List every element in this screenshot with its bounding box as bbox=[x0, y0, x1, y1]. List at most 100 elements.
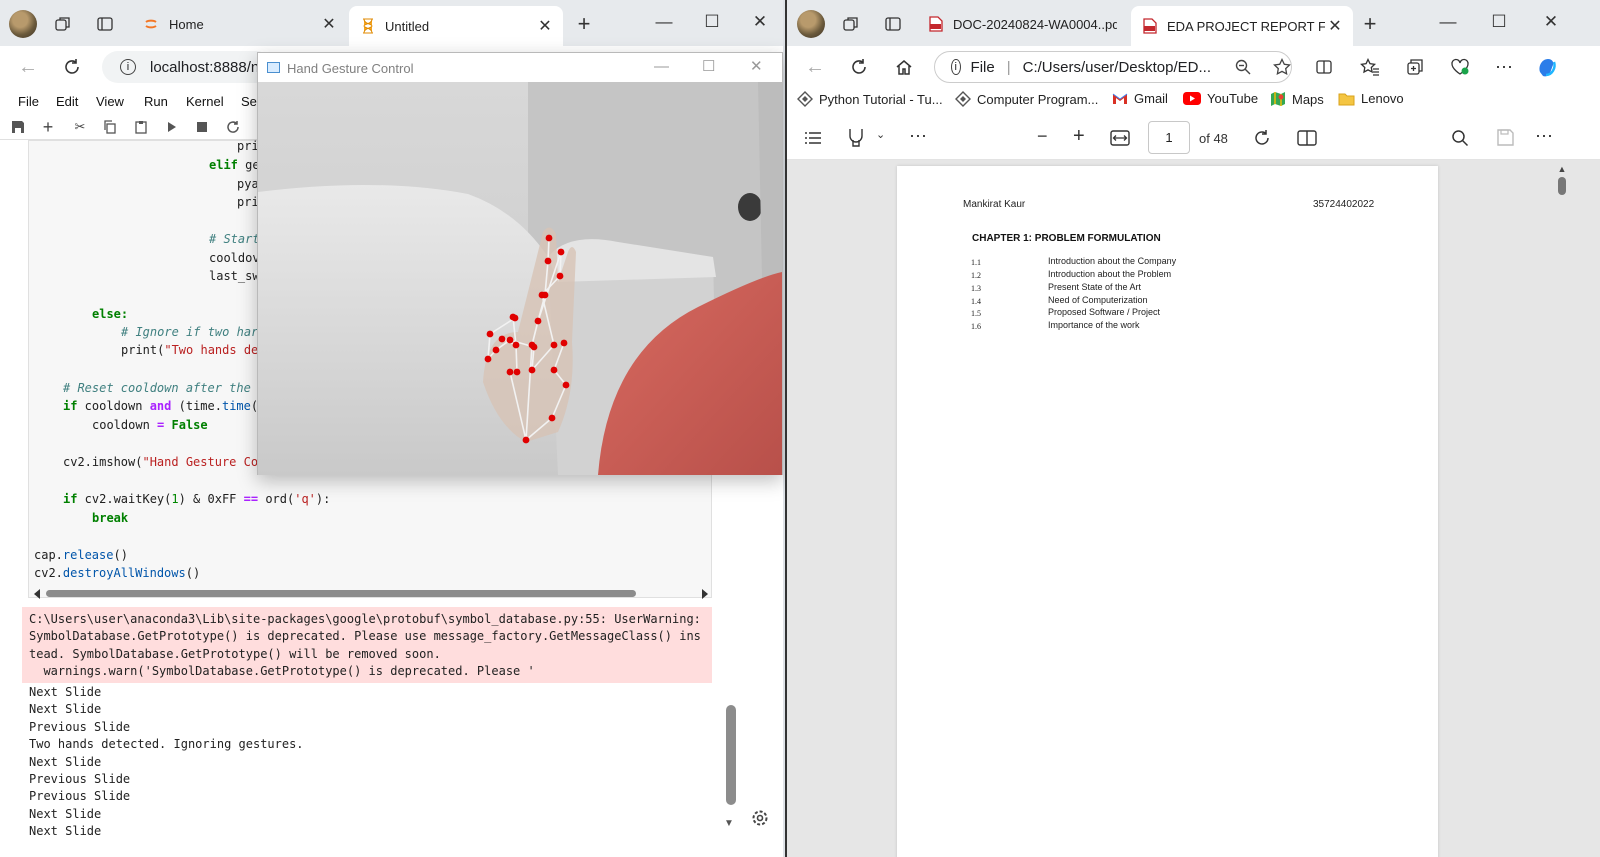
cut-icon[interactable]: ✂ bbox=[70, 117, 90, 137]
back-icon[interactable]: ← bbox=[803, 55, 827, 79]
maximize-icon[interactable]: ☐ bbox=[702, 57, 715, 75]
tab-strip: DOC-20240824-WA0004..pdf EDA PROJECT REP… bbox=[787, 0, 1600, 46]
search-icon[interactable] bbox=[1451, 129, 1469, 147]
landmark-point bbox=[556, 272, 564, 280]
close-window-icon[interactable]: ✕ bbox=[1536, 12, 1566, 32]
window-titlebar[interactable]: Hand Gesture Control — ☐ ✕ bbox=[258, 53, 782, 82]
toc-entry: Introduction about the Problem bbox=[1048, 269, 1172, 279]
landmark-point bbox=[506, 336, 514, 344]
info-icon[interactable]: i bbox=[120, 59, 136, 75]
close-tab-icon[interactable]: ✕ bbox=[319, 14, 339, 34]
copilot-icon[interactable] bbox=[1535, 55, 1559, 79]
scroll-down-icon[interactable]: ▼ bbox=[724, 818, 734, 829]
favorite-lenovo[interactable]: Lenovo bbox=[1338, 91, 1404, 106]
pdf-vertical-scrollbar[interactable]: ▲ bbox=[1556, 164, 1568, 854]
copy-icon[interactable] bbox=[100, 117, 120, 137]
maximize-icon[interactable]: ☐ bbox=[697, 12, 727, 32]
profile-avatar[interactable] bbox=[797, 10, 825, 38]
menu-kernel[interactable]: Kernel bbox=[186, 94, 224, 109]
workspaces-icon[interactable] bbox=[51, 12, 75, 36]
contents-icon[interactable] bbox=[804, 129, 822, 147]
close-window-icon[interactable]: ✕ bbox=[745, 12, 775, 32]
save-icon[interactable] bbox=[1497, 129, 1514, 146]
code-line: pya bbox=[237, 177, 259, 191]
tab-eda-report[interactable]: EDA PROJECT REPORT FINAL ✕ bbox=[1131, 6, 1353, 46]
file-scheme-label: File bbox=[970, 58, 995, 76]
browser-essentials-icon[interactable] bbox=[1448, 55, 1472, 79]
output-line: Two hands detected. Ignoring gestures. bbox=[29, 737, 304, 752]
close-window-icon[interactable]: ✕ bbox=[750, 57, 763, 75]
url-text: localhost:8888/nc bbox=[150, 58, 267, 76]
new-tab-icon[interactable]: + bbox=[572, 11, 596, 36]
profile-avatar[interactable] bbox=[9, 10, 37, 38]
rotate-icon[interactable] bbox=[1253, 129, 1271, 147]
output-line: Next Slide bbox=[29, 685, 102, 699]
minimize-icon[interactable]: — bbox=[654, 58, 669, 75]
more-options-icon[interactable]: ⋯ bbox=[1492, 55, 1516, 79]
tab-actions-icon[interactable] bbox=[93, 12, 117, 36]
zoom-out-icon[interactable] bbox=[1235, 59, 1251, 75]
split-screen-icon[interactable] bbox=[1312, 55, 1336, 79]
info-icon[interactable]: i bbox=[951, 59, 961, 75]
restart-icon[interactable] bbox=[223, 117, 243, 137]
page-view-icon[interactable] bbox=[1297, 129, 1317, 147]
favorites-icon[interactable] bbox=[1358, 55, 1382, 79]
output-line: Previous Slide bbox=[29, 789, 131, 804]
landmark-point bbox=[530, 343, 538, 351]
close-tab-icon[interactable]: ✕ bbox=[1325, 16, 1345, 36]
chapter-heading: CHAPTER 1: PROBLEM FORMULATION bbox=[972, 233, 1161, 244]
settings-gear-icon[interactable] bbox=[750, 808, 770, 828]
output-line: Next Slide bbox=[29, 754, 102, 769]
minimize-icon[interactable]: — bbox=[649, 12, 679, 32]
favorite-star-icon[interactable] bbox=[1273, 58, 1291, 76]
minimize-icon[interactable]: — bbox=[1433, 12, 1463, 32]
favorite-youtube[interactable]: YouTube bbox=[1183, 91, 1258, 106]
favorite-computer-program[interactable]: Computer Program... bbox=[955, 91, 1098, 107]
home-icon[interactable] bbox=[892, 55, 916, 79]
tab-untitled[interactable]: Untitled ✕ bbox=[349, 6, 563, 46]
more-tools-icon[interactable]: ⋯ bbox=[909, 126, 927, 147]
back-icon[interactable]: ← bbox=[16, 55, 40, 79]
hourglass-icon bbox=[361, 18, 375, 34]
close-tab-icon[interactable]: ✕ bbox=[535, 16, 555, 36]
tab-doc-pdf[interactable]: DOC-20240824-WA0004..pdf bbox=[917, 6, 1129, 42]
zoom-in-button[interactable]: + bbox=[1073, 125, 1085, 148]
scroll-up-icon[interactable]: ▲ bbox=[1556, 164, 1568, 174]
notebook-vertical-scrollbar[interactable] bbox=[726, 705, 736, 805]
run-icon[interactable] bbox=[162, 117, 182, 137]
address-bar[interactable]: i localhost:8888/nc bbox=[102, 51, 272, 83]
tab-title: DOC-20240824-WA0004..pdf bbox=[953, 16, 1117, 32]
more-options-icon[interactable]: ⋯ bbox=[1535, 126, 1553, 147]
zoom-out-button[interactable]: − bbox=[1037, 126, 1048, 147]
scroll-thumb[interactable] bbox=[1558, 177, 1566, 195]
tab-actions-icon[interactable] bbox=[881, 12, 905, 36]
menu-file[interactable]: File bbox=[18, 94, 39, 109]
draw-icon[interactable] bbox=[847, 128, 865, 148]
new-tab-icon[interactable]: + bbox=[1358, 11, 1382, 36]
workspaces-icon[interactable] bbox=[839, 12, 863, 36]
stderr-line: warnings.warn('SymbolDatabase.GetPrototy… bbox=[29, 663, 535, 678]
address-bar[interactable]: i File | C:/Users/user/Desktop/ED... bbox=[934, 51, 1292, 83]
favorite-gmail[interactable]: Gmail bbox=[1112, 91, 1168, 106]
add-cell-icon[interactable]: + bbox=[38, 117, 58, 137]
favorite-python-tutorial[interactable]: Python Tutorial - Tu... bbox=[797, 91, 943, 107]
menu-edit[interactable]: Edit bbox=[56, 94, 78, 109]
stop-icon[interactable] bbox=[192, 117, 212, 137]
refresh-icon[interactable] bbox=[847, 55, 871, 79]
menu-run[interactable]: Run bbox=[144, 94, 168, 109]
menu-view[interactable]: View bbox=[96, 94, 124, 109]
url-text: C:/Users/user/Desktop/ED... bbox=[1022, 58, 1211, 76]
tab-home[interactable]: Home ✕ bbox=[131, 6, 347, 42]
collections-icon[interactable] bbox=[1403, 55, 1427, 79]
maximize-icon[interactable]: ☐ bbox=[1484, 12, 1514, 32]
chevron-down-icon[interactable]: ⌄ bbox=[876, 128, 885, 141]
code-line: # Reset cooldown after the bbox=[63, 381, 251, 395]
toc-number: 1.6 bbox=[971, 322, 981, 331]
paste-icon[interactable] bbox=[131, 117, 151, 137]
favorite-maps[interactable]: Maps bbox=[1270, 91, 1324, 107]
cell-horizontal-scrollbar[interactable] bbox=[30, 587, 712, 601]
refresh-icon[interactable] bbox=[60, 55, 84, 79]
save-icon[interactable] bbox=[8, 117, 28, 137]
fit-page-icon[interactable] bbox=[1110, 130, 1130, 146]
page-number-input[interactable]: 1 bbox=[1148, 121, 1190, 154]
